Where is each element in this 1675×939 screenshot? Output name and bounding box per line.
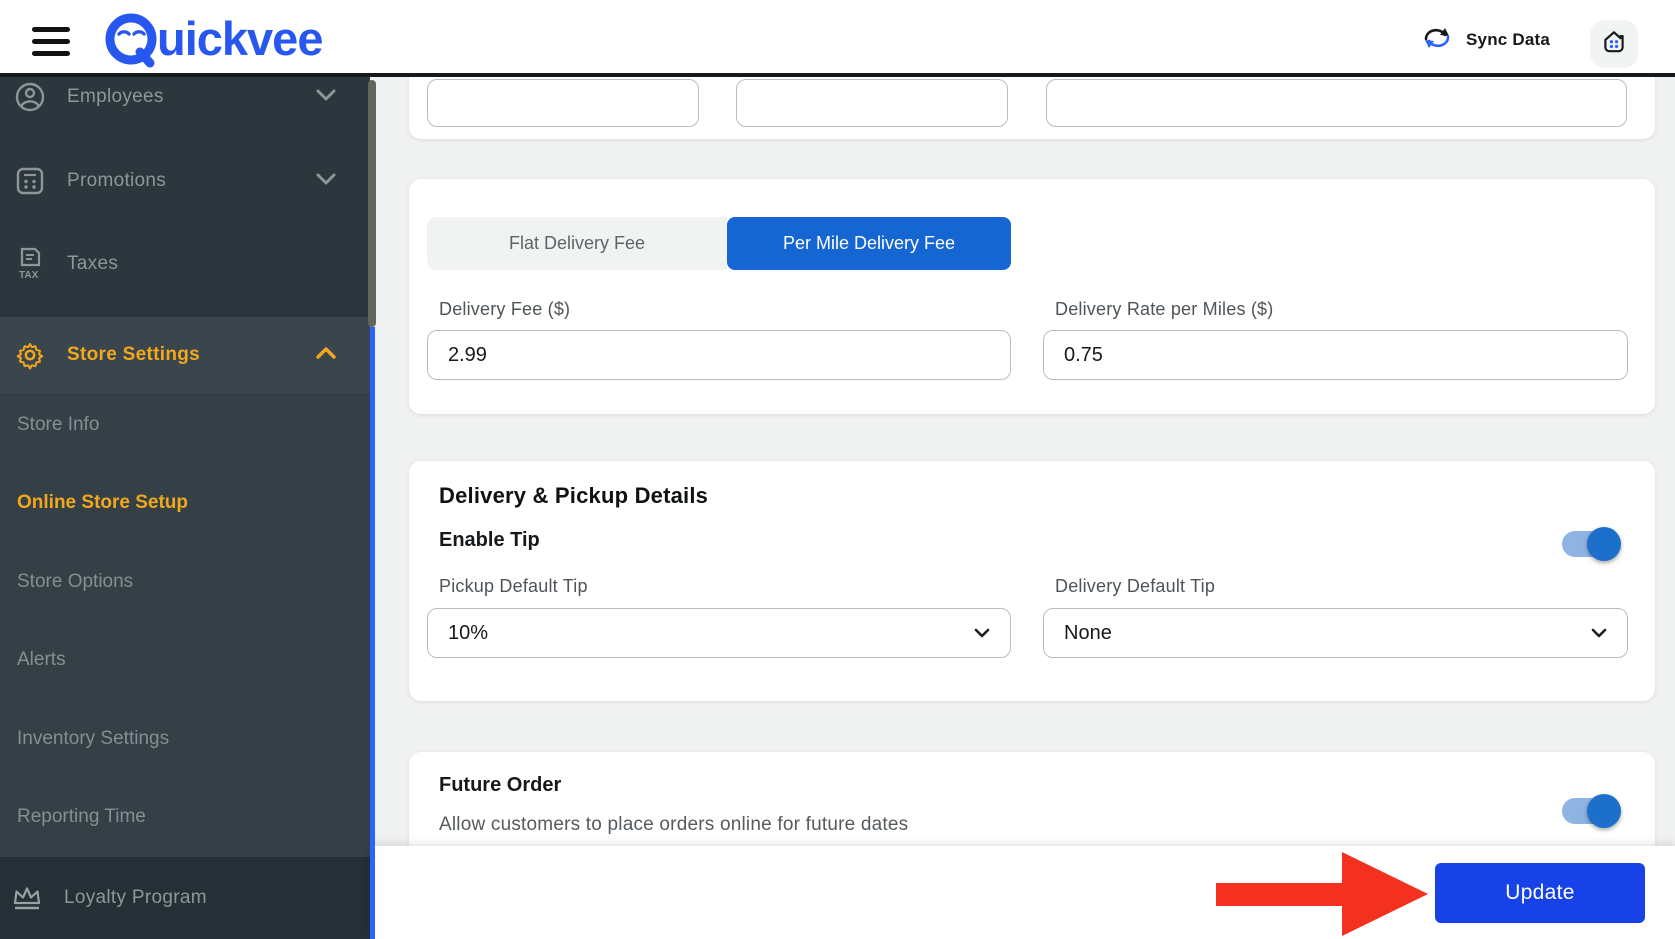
- delivery-rate-input[interactable]: [1043, 330, 1628, 380]
- main-content: Flat Delivery Fee Per Mile Delivery Fee …: [370, 20, 1675, 939]
- sidebar-item-promotions[interactable]: Promotions: [0, 159, 370, 203]
- delivery-default-tip-value: None: [1064, 621, 1112, 644]
- update-button[interactable]: Update: [1435, 863, 1645, 923]
- chevron-down-icon: [974, 628, 990, 638]
- gear-icon: [13, 340, 47, 370]
- submenu-item-store-info[interactable]: Store Info: [17, 407, 99, 443]
- sidebar-item-label: Employees: [67, 86, 164, 107]
- footer-action-bar: Update: [370, 846, 1675, 939]
- sidebar-item-store-settings[interactable]: Store Settings: [0, 317, 370, 393]
- svg-text:TAX: TAX: [19, 270, 39, 281]
- tab-flat-delivery-fee[interactable]: Flat Delivery Fee: [427, 217, 727, 270]
- delivery-pickup-card: Delivery & Pickup Details Enable Tip Pic…: [409, 461, 1655, 701]
- user-icon: [13, 81, 47, 113]
- toggle-knob: [1587, 527, 1621, 561]
- delivery-fee-input[interactable]: [427, 330, 1011, 380]
- hamburger-menu-icon[interactable]: [32, 27, 70, 56]
- app-header: uickvee Sync Data: [0, 0, 1675, 77]
- pickup-default-tip-value: 10%: [448, 621, 489, 644]
- store-settings-submenu: Store Info Online Store Setup Store Opti…: [0, 393, 370, 857]
- enable-tip-toggle[interactable]: [1562, 527, 1621, 561]
- sync-data-label: Sync Data: [1466, 30, 1551, 49]
- toggle-knob: [1587, 794, 1621, 828]
- sidebar-item-taxes[interactable]: TAX Taxes: [0, 242, 370, 286]
- delivery-fee-card: Flat Delivery Fee Per Mile Delivery Fee …: [409, 179, 1655, 414]
- sidebar-item-label: Taxes: [67, 253, 119, 274]
- chevron-down-icon: [1591, 628, 1607, 638]
- delivery-default-tip-select[interactable]: None: [1043, 608, 1628, 658]
- cutoff-field-1[interactable]: [427, 79, 699, 127]
- delivery-rate-label: Delivery Rate per Miles ($): [1055, 299, 1274, 319]
- tab-per-mile-delivery-fee[interactable]: Per Mile Delivery Fee: [727, 217, 1011, 270]
- sidebar-item-label: Loyalty Program: [64, 887, 207, 908]
- submenu-item-inventory-settings[interactable]: Inventory Settings: [17, 721, 169, 757]
- store-icon: [1600, 28, 1628, 61]
- sync-data-button[interactable]: Sync Data: [1422, 22, 1550, 58]
- store-selector-button[interactable]: [1590, 20, 1638, 68]
- enable-tip-label: Enable Tip: [439, 529, 540, 551]
- delivery-pickup-title: Delivery & Pickup Details: [439, 483, 709, 508]
- sidebar-scrollbar-thumb[interactable]: [368, 80, 376, 327]
- chevron-down-icon: [316, 88, 336, 106]
- tax-icon: TAX: [13, 247, 47, 281]
- promotions-icon: [13, 166, 47, 196]
- chevron-up-icon: [316, 346, 336, 364]
- submenu-item-reporting-time[interactable]: Reporting Time: [17, 799, 146, 835]
- chevron-down-icon: [316, 172, 336, 190]
- sidebar-item-label: Store Settings: [67, 344, 200, 365]
- cutoff-field-3[interactable]: [1046, 79, 1627, 127]
- sidebar-item-loyalty-program[interactable]: Loyalty Program: [0, 857, 370, 939]
- crown-icon: [10, 883, 44, 913]
- sidebar-item-label: Promotions: [67, 170, 167, 191]
- cutoff-field-2[interactable]: [736, 79, 1008, 127]
- svg-text:uickvee: uickvee: [157, 12, 322, 65]
- pickup-default-tip-select[interactable]: 10%: [427, 608, 1011, 658]
- submenu-item-store-options[interactable]: Store Options: [17, 564, 133, 600]
- delivery-default-tip-label: Delivery Default Tip: [1055, 576, 1216, 596]
- sidebar-item-employees[interactable]: Employees: [0, 75, 370, 119]
- sidebar-accent-line: [370, 327, 375, 939]
- sidebar: Employees Promotions TAX Taxes Store Set…: [0, 77, 370, 939]
- submenu-item-alerts[interactable]: Alerts: [17, 642, 66, 678]
- sync-icon: [1422, 25, 1452, 56]
- future-order-subtitle: Allow customers to place orders online f…: [439, 814, 909, 835]
- future-order-toggle[interactable]: [1562, 794, 1621, 828]
- future-order-title: Future Order: [439, 774, 562, 796]
- submenu-item-online-store-setup[interactable]: Online Store Setup: [17, 485, 188, 521]
- brand-logo[interactable]: uickvee: [102, 10, 338, 70]
- pickup-default-tip-label: Pickup Default Tip: [439, 576, 588, 596]
- delivery-fee-label: Delivery Fee ($): [439, 299, 571, 319]
